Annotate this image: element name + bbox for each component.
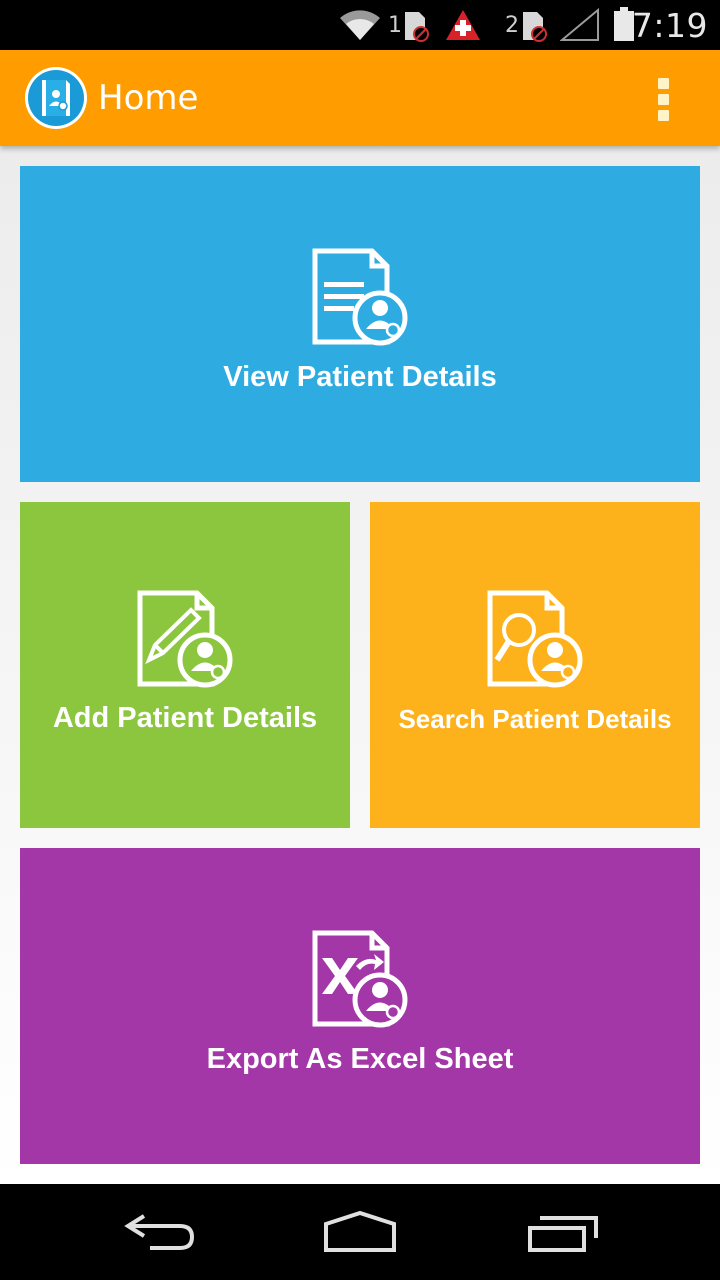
home-dashboard: View Patient Details Add Patient Details (0, 146, 720, 1184)
screen: 1 2 7:19 Home View Patient Details Add P… (0, 0, 720, 1280)
menu-dot (658, 94, 669, 105)
tile-label: Add Patient Details (52, 702, 318, 734)
overflow-menu-icon[interactable] (648, 76, 680, 122)
navigation-bar (0, 1184, 720, 1280)
alert-icon (446, 10, 480, 40)
medical-book-icon[interactable] (24, 66, 88, 130)
view-patient-details-button[interactable]: View Patient Details (20, 166, 700, 482)
sim-1-icon (405, 12, 429, 42)
sim-2-icon (523, 12, 547, 42)
export-excel-button[interactable]: Export As Excel Sheet (20, 848, 700, 1164)
signal-icon (560, 8, 599, 41)
back-icon[interactable] (122, 1212, 198, 1252)
sim-2-number: 2 (505, 13, 519, 38)
recents-icon[interactable] (524, 1214, 600, 1254)
patient-document-icon (312, 248, 408, 346)
patient-edit-icon (137, 590, 233, 688)
search-patient-details-button[interactable]: Search Patient Details (370, 502, 700, 828)
add-patient-details-button[interactable]: Add Patient Details (20, 502, 350, 828)
patient-search-icon (487, 590, 583, 688)
page-title: Home (98, 78, 199, 118)
patient-excel-export-icon (312, 930, 408, 1028)
sim-1-number: 1 (388, 13, 402, 38)
tile-label: View Patient Details (223, 361, 497, 393)
tile-label: Search Patient Details (398, 704, 672, 734)
menu-dot (658, 110, 669, 121)
home-icon[interactable] (320, 1210, 400, 1254)
wifi-icon (340, 10, 380, 40)
status-bar: 1 2 7:19 (0, 0, 720, 50)
menu-dot (658, 78, 669, 89)
tile-label: Export As Excel Sheet (206, 1043, 514, 1075)
action-bar: Home (0, 50, 720, 146)
status-time: 7:19 (631, 6, 708, 45)
